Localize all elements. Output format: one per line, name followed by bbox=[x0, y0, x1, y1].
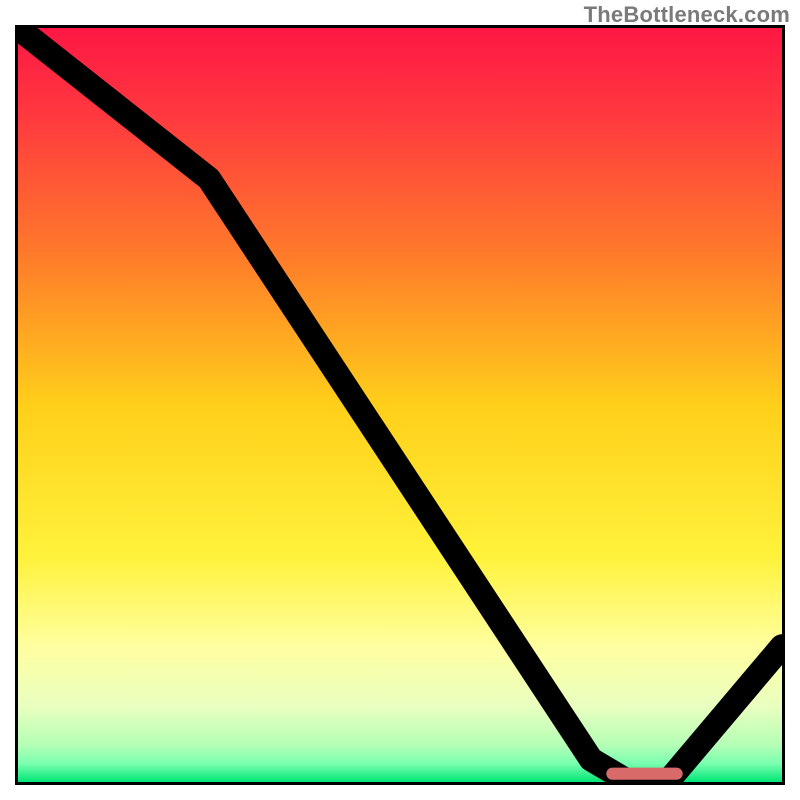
bottleneck-curve-layer bbox=[18, 28, 782, 782]
optimal-marker bbox=[606, 768, 682, 780]
plot-area bbox=[15, 25, 785, 785]
bottleneck-curve bbox=[18, 28, 782, 782]
watermark-text: TheBottleneck.com bbox=[584, 2, 790, 28]
chart-container: TheBottleneck.com bbox=[0, 0, 800, 800]
